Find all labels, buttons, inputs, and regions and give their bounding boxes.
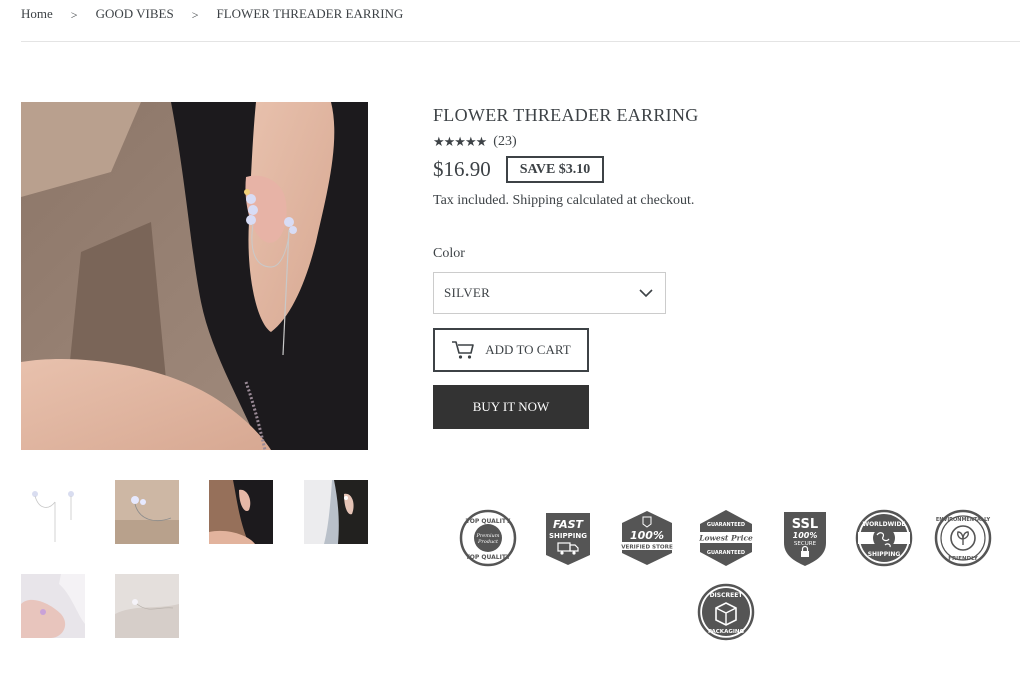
product-title: FLOWER THREADER EARRING bbox=[433, 105, 699, 125]
price-row: $16.90 SAVE $3.10 bbox=[433, 156, 993, 183]
svg-text:SSL: SSL bbox=[792, 517, 818, 532]
breadcrumb: Home > GOOD VIBES > FLOWER THREADER EARR… bbox=[21, 6, 403, 22]
svg-text:TOP QUALITY: TOP QUALITY bbox=[466, 518, 511, 525]
lowest-price-badge-icon: GUARANTEED Lowest Price GUARANTEED bbox=[697, 509, 755, 567]
product-price: $16.90 bbox=[433, 157, 491, 181]
product-info: FLOWER THREADER EARRING ★★★★★ (23) $16.9… bbox=[433, 102, 993, 429]
breadcrumb-current: FLOWER THREADER EARRING bbox=[216, 6, 404, 21]
tax-note: Tax included. Shipping calculated at che… bbox=[433, 193, 993, 209]
svg-text:VERIFIED STORE: VERIFIED STORE bbox=[621, 545, 673, 551]
save-badge: SAVE $3.10 bbox=[505, 156, 605, 183]
svg-text:ENVIRONMENTALLY: ENVIRONMENTALLY bbox=[936, 517, 991, 523]
buy-it-now-button[interactable]: BUY IT NOW bbox=[433, 385, 589, 429]
thumbnail-5[interactable] bbox=[21, 574, 85, 638]
thumbnail-2[interactable] bbox=[115, 480, 179, 544]
svg-text:Lowest Price: Lowest Price bbox=[698, 534, 753, 543]
thumbnail-3[interactable] bbox=[209, 480, 273, 544]
color-label: Color bbox=[433, 246, 465, 261]
top-quality-badge-icon: TOP QUALITY Premium Product TOP QUALITY bbox=[459, 509, 517, 567]
svg-text:100%: 100% bbox=[630, 529, 664, 542]
svg-text:FRIENDLY: FRIENDLY bbox=[948, 556, 979, 562]
svg-text:FAST: FAST bbox=[553, 518, 585, 531]
breadcrumb-collection-link[interactable]: GOOD VIBES bbox=[96, 6, 174, 22]
thumbnail-1[interactable] bbox=[21, 480, 85, 544]
thumbnail-4[interactable] bbox=[304, 480, 368, 544]
header-divider bbox=[21, 41, 1020, 42]
color-select-value: SILVER bbox=[444, 285, 491, 300]
svg-text:TOP QUALITY: TOP QUALITY bbox=[466, 554, 511, 561]
cart-icon bbox=[452, 341, 475, 359]
svg-text:GUARANTEED: GUARANTEED bbox=[707, 522, 745, 528]
discreet-packaging-badge-icon: DISCREET PACKAGING bbox=[697, 583, 755, 641]
product-rating[interactable]: ★★★★★ (23) bbox=[433, 134, 993, 150]
breadcrumb-separator: > bbox=[70, 7, 78, 22]
svg-text:GUARANTEED: GUARANTEED bbox=[707, 550, 745, 556]
rating-stars-icon: ★★★★★ bbox=[433, 134, 487, 149]
worldwide-shipping-badge-icon: WORLDWIDE SHIPPING bbox=[855, 509, 913, 567]
verified-store-badge-icon: 100% VERIFIED STORE bbox=[618, 509, 676, 567]
eco-friendly-badge-icon: ENVIRONMENTALLY FRIENDLY bbox=[934, 509, 992, 567]
rating-count: (23) bbox=[493, 134, 517, 149]
svg-text:DISCREET: DISCREET bbox=[710, 592, 744, 599]
svg-text:SHIPPING: SHIPPING bbox=[868, 551, 901, 558]
tax-note-text: Tax included. Shipping calculated at che… bbox=[433, 193, 695, 208]
main-product-image[interactable] bbox=[21, 102, 368, 450]
add-to-cart-label: ADD TO CART bbox=[485, 342, 571, 357]
svg-text:WORLDWIDE: WORLDWIDE bbox=[862, 521, 905, 528]
ssl-secure-badge-icon: SSL 100% SECURE bbox=[776, 509, 834, 567]
fast-shipping-badge-icon: FAST SHIPPING bbox=[539, 509, 597, 567]
svg-text:100%: 100% bbox=[793, 531, 818, 540]
color-select[interactable]: SILVER bbox=[433, 272, 666, 314]
svg-text:PACKAGING: PACKAGING bbox=[708, 629, 745, 635]
chevron-down-icon bbox=[639, 288, 653, 297]
thumbnail-6[interactable] bbox=[115, 574, 179, 638]
svg-text:Product: Product bbox=[477, 539, 499, 545]
svg-text:SHIPPING: SHIPPING bbox=[549, 532, 587, 540]
add-to-cart-button[interactable]: ADD TO CART bbox=[433, 328, 589, 372]
buy-it-now-label: BUY IT NOW bbox=[472, 399, 550, 414]
breadcrumb-separator: > bbox=[191, 7, 199, 22]
breadcrumb-home-link[interactable]: Home bbox=[21, 6, 53, 22]
